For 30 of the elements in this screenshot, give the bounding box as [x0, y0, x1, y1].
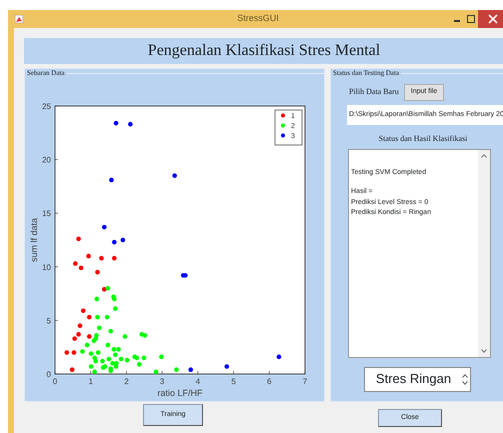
spin-down-icon[interactable]	[462, 380, 468, 384]
x-tick-label: 0	[52, 377, 58, 386]
x-tick-label: 7	[302, 377, 308, 386]
header-title: Pengenalan Klasifikasi Stres Mental	[24, 38, 503, 64]
x-tick-label: 4	[196, 377, 200, 386]
x-tick-label: 5	[231, 377, 236, 386]
condition-text: Stres Ringan	[374, 370, 452, 388]
y-axis-label: sum lf data	[29, 218, 39, 262]
file-label: Pilih Data Baru	[349, 86, 399, 98]
spin-up-icon[interactable]	[462, 374, 468, 378]
y-tick-label: 20	[42, 156, 51, 165]
x-tick-label: 6	[267, 377, 272, 386]
window-title: StressGUI	[237, 12, 279, 26]
y-tick-label: 25	[42, 102, 51, 111]
x-axis-label: ratio LF/HF	[158, 388, 202, 398]
close-button[interactable]	[478, 10, 503, 28]
scroll-up-icon[interactable]	[481, 154, 487, 158]
x-tick-label: 2	[124, 377, 129, 386]
app-icon	[15, 15, 23, 23]
x-tick-label: 1	[88, 377, 93, 386]
y-tick-label: 15	[42, 209, 51, 218]
x-tick-label: 3	[160, 377, 164, 386]
scroll-down-icon[interactable]	[481, 348, 487, 352]
condition-listbox[interactable]: Stres Ringan	[364, 366, 471, 392]
result-title: Status dan Hasil Klasifikasi	[378, 132, 468, 144]
y-tick-label: 5	[46, 316, 51, 326]
y-tick-label: 0	[46, 370, 51, 379]
maximize-button[interactable]	[464, 14, 478, 24]
legend-box	[274, 110, 302, 146]
y-tick-label: 10	[42, 262, 51, 272]
